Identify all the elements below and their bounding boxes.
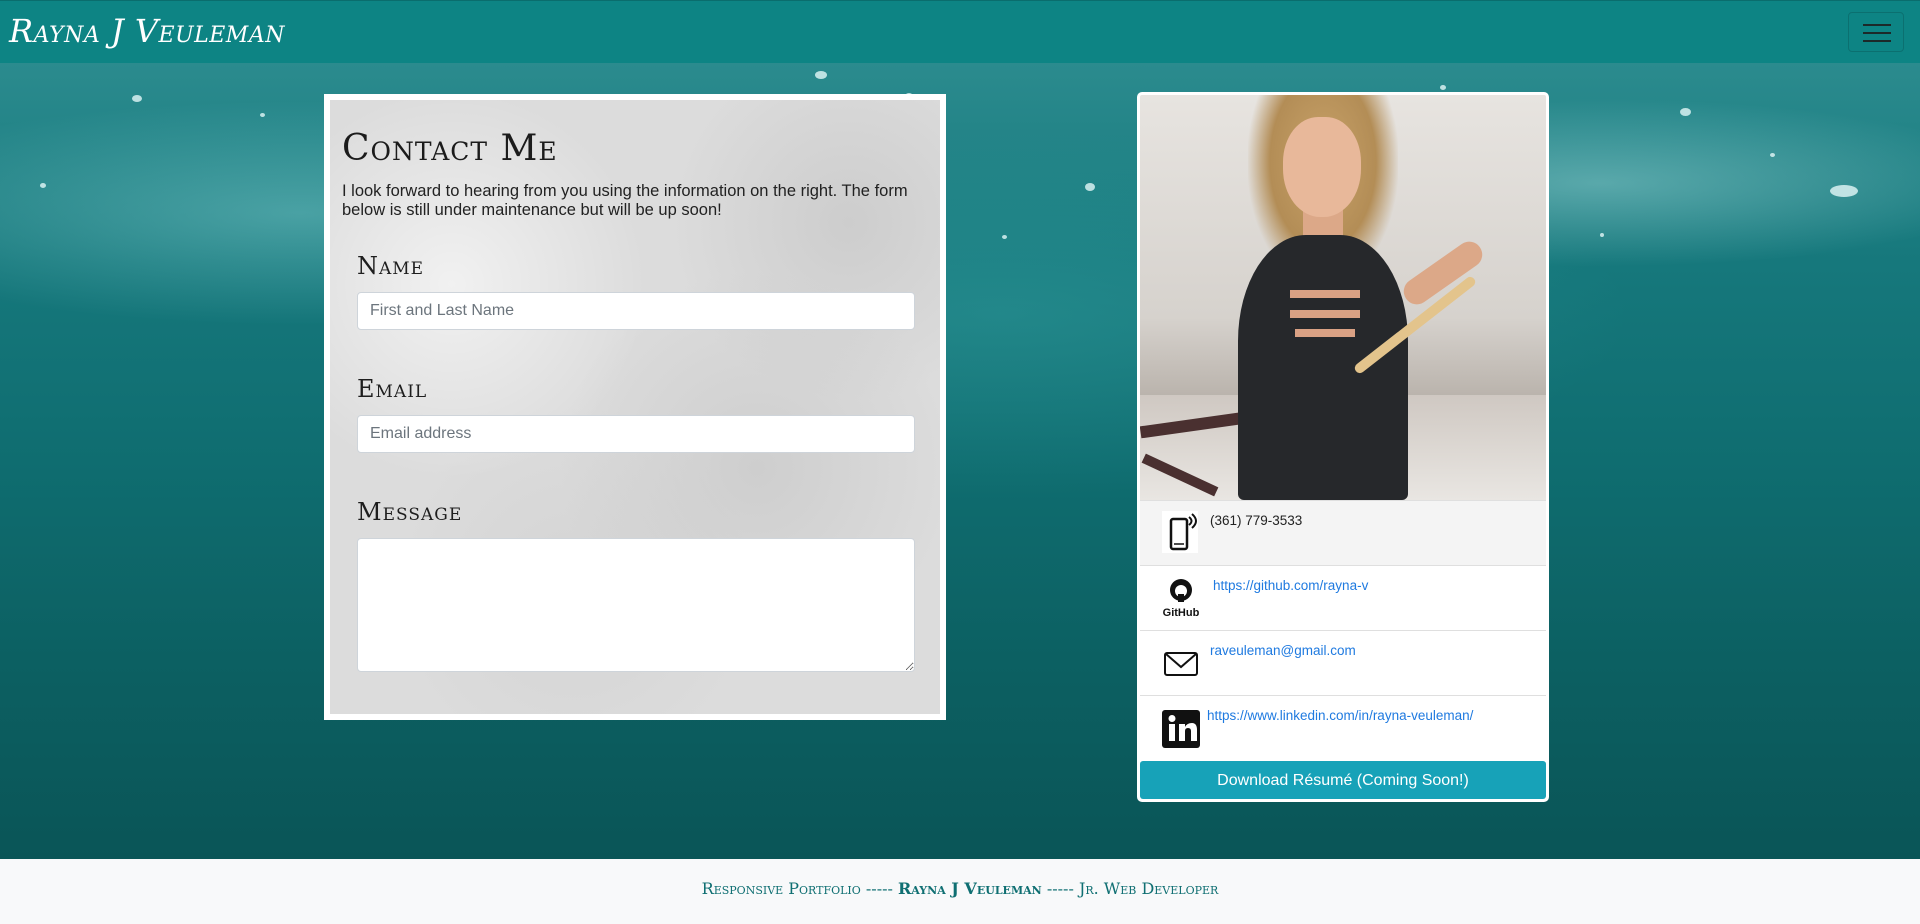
name-field[interactable] — [357, 292, 915, 330]
footer-sep-1: ----- — [865, 879, 893, 898]
email-field[interactable] — [357, 415, 915, 453]
footer-sep-2: ----- — [1046, 879, 1074, 898]
email-row: raveuleman@gmail.com — [1140, 630, 1546, 695]
message-label: Message — [357, 498, 463, 526]
profile-photo — [1140, 95, 1546, 500]
footer-right: Jr. Web Developer — [1078, 879, 1219, 898]
menu-toggle-button[interactable] — [1848, 12, 1904, 52]
brand-logo[interactable]: Rayna J Veuleman — [9, 11, 285, 51]
hamburger-icon — [1863, 24, 1891, 42]
contact-title: Contact Me — [342, 128, 558, 169]
github-link[interactable]: https://github.com/rayna-v — [1213, 578, 1368, 593]
message-field[interactable] — [357, 538, 915, 672]
contact-card: Contact Me I look forward to hearing fro… — [324, 94, 946, 720]
linkedin-row: https://www.linkedin.com/in/rayna-veulem… — [1140, 695, 1546, 760]
ocean-background — [0, 63, 1920, 859]
github-logo-text: GitHub — [1163, 607, 1200, 618]
footer-left: Responsive Portfolio — [701, 879, 861, 898]
email-label: Email — [357, 375, 428, 403]
phone-row: (361) 779-3533 — [1140, 500, 1546, 565]
download-resume-button[interactable]: Download Résumé (Coming Soon!) — [1140, 761, 1546, 799]
contact-panel: Contact Me I look forward to hearing fro… — [330, 100, 940, 714]
navbar: Rayna J Veuleman — [0, 0, 1920, 63]
github-row: GitHub https://github.com/rayna-v — [1140, 565, 1546, 630]
footer-name: Rayna J Veuleman — [898, 879, 1042, 898]
mail-icon — [1164, 652, 1198, 676]
name-label: Name — [357, 252, 425, 280]
footer: Responsive Portfolio ----- Rayna J Veule… — [0, 859, 1920, 924]
phone-icon — [1162, 511, 1198, 553]
github-icon: GitHub — [1163, 579, 1200, 618]
linkedin-icon — [1162, 710, 1200, 748]
profile-card: (361) 779-3533 GitHub https://github.com… — [1137, 92, 1549, 802]
phone-number: (361) 779-3533 — [1210, 513, 1303, 528]
linkedin-link[interactable]: https://www.linkedin.com/in/rayna-veulem… — [1207, 708, 1473, 723]
email-link[interactable]: raveuleman@gmail.com — [1210, 643, 1356, 658]
contact-intro: I look forward to hearing from you using… — [342, 182, 908, 219]
